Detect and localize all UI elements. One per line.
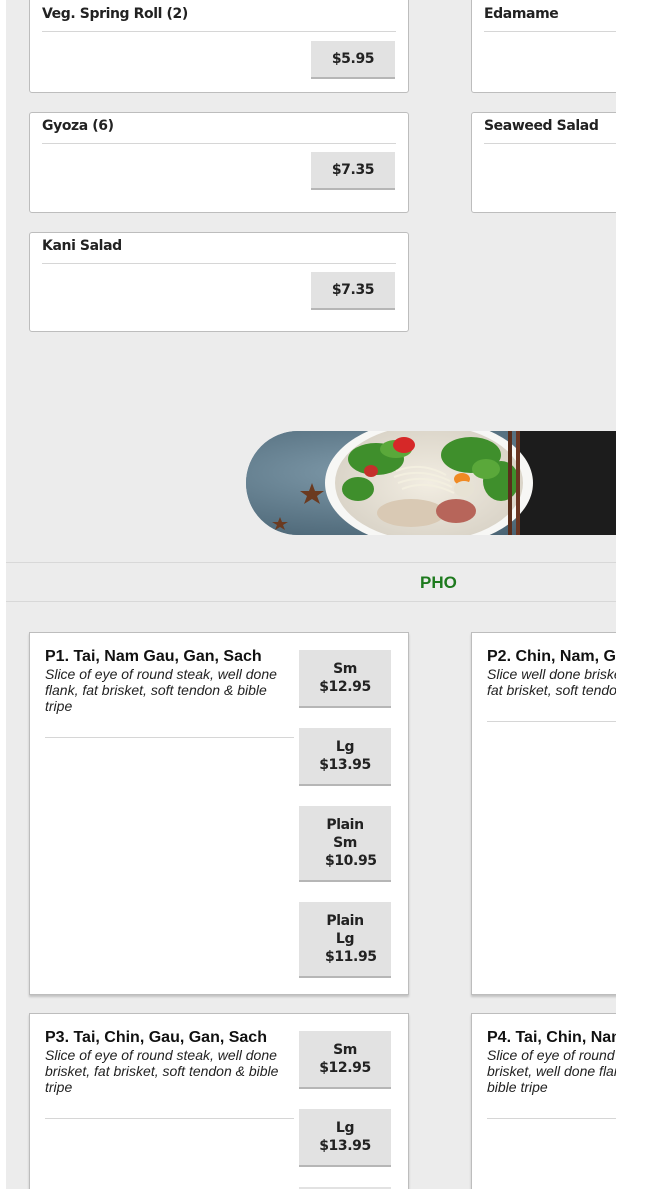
divider bbox=[487, 721, 616, 722]
pho-item-card: P4. Tai, Chin, Nam Slice of eye of round… bbox=[471, 1013, 616, 1189]
size-label: Lg bbox=[335, 739, 355, 755]
size-label: Sm bbox=[333, 1042, 357, 1058]
pho-item-title: P4. Tai, Chin, Nam bbox=[487, 1029, 616, 1046]
price-value: $13.95 bbox=[319, 757, 371, 773]
menu-item-card: Edamame bbox=[471, 0, 616, 93]
size-label: Sm bbox=[333, 661, 357, 677]
pho-item-title: P3. Tai, Chin, Gau, Gan, Sach bbox=[45, 1029, 267, 1046]
size-label: Plain Sm bbox=[326, 817, 364, 851]
pho-item-title: P2. Chin, Nam, G bbox=[487, 648, 616, 665]
menu-item-name: Gyoza (6) bbox=[42, 118, 114, 134]
pho-item-description: Slice well done briske fat brisket, soft… bbox=[487, 666, 616, 698]
pho-banner-image bbox=[246, 431, 616, 535]
price-button[interactable]: $7.35 bbox=[311, 152, 395, 190]
section-header: PHO bbox=[6, 562, 616, 602]
pho-item-description: Slice of eye of round brisket, well done… bbox=[487, 1047, 616, 1095]
divider bbox=[42, 143, 396, 144]
menu-item-name: Seaweed Salad bbox=[484, 118, 599, 134]
price-value: $12.95 bbox=[319, 1060, 371, 1076]
menu-item-card: Kani Salad $7.35 bbox=[29, 232, 409, 332]
pho-bowl-illustration bbox=[246, 431, 616, 535]
menu-item-name: Veg. Spring Roll (2) bbox=[42, 6, 188, 22]
size-label: Plain Lg bbox=[326, 913, 364, 947]
menu-item-name: Kani Salad bbox=[42, 238, 122, 254]
divider bbox=[45, 1118, 294, 1119]
pho-item-description: Slice of eye of round steak, well done f… bbox=[45, 666, 277, 714]
pho-item-card: P1. Tai, Nam Gau, Gan, Sach Slice of eye… bbox=[29, 632, 409, 995]
divider bbox=[484, 31, 616, 32]
price-value: $11.95 bbox=[325, 949, 377, 965]
price-button[interactable]: $5.95 bbox=[311, 41, 395, 79]
divider bbox=[42, 263, 396, 264]
pho-item-card: P3. Tai, Chin, Gau, Gan, Sach Slice of e… bbox=[29, 1013, 409, 1189]
menu-item-card: Gyoza (6) $7.35 bbox=[29, 112, 409, 213]
menu-item-card: Seaweed Salad bbox=[471, 112, 616, 213]
divider bbox=[487, 1118, 616, 1119]
divider bbox=[42, 31, 396, 32]
price-value: $10.95 bbox=[325, 853, 377, 869]
pho-item-card: P2. Chin, Nam, G Slice well done briske … bbox=[471, 632, 616, 995]
price-value: $13.95 bbox=[319, 1138, 371, 1154]
price-button-lg[interactable]: Lg $13.95 bbox=[299, 1109, 391, 1167]
price-button-plain-sm[interactable]: Plain Sm $10.95 bbox=[299, 806, 391, 882]
pho-item-title: P1. Tai, Nam Gau, Gan, Sach bbox=[45, 648, 262, 665]
menu-item-card: Veg. Spring Roll (2) $5.95 bbox=[29, 0, 409, 93]
price-button-lg[interactable]: Lg $13.95 bbox=[299, 728, 391, 786]
menu-page: Veg. Spring Roll (2) $5.95 Edamame Gyoza… bbox=[6, 0, 616, 1189]
price-button[interactable]: $7.35 bbox=[311, 272, 395, 310]
pho-item-description: Slice of eye of round steak, well done b… bbox=[45, 1047, 279, 1095]
divider bbox=[45, 737, 294, 738]
size-label: Lg bbox=[335, 1120, 355, 1136]
price-button-sm[interactable]: Sm $12.95 bbox=[299, 650, 391, 708]
price-button-plain-lg[interactable]: Plain Lg $11.95 bbox=[299, 902, 391, 978]
divider bbox=[484, 143, 616, 144]
price-value: $12.95 bbox=[319, 679, 371, 695]
section-title: PHO bbox=[420, 573, 457, 592]
price-button-sm[interactable]: Sm $12.95 bbox=[299, 1031, 391, 1089]
menu-item-name: Edamame bbox=[484, 6, 559, 22]
